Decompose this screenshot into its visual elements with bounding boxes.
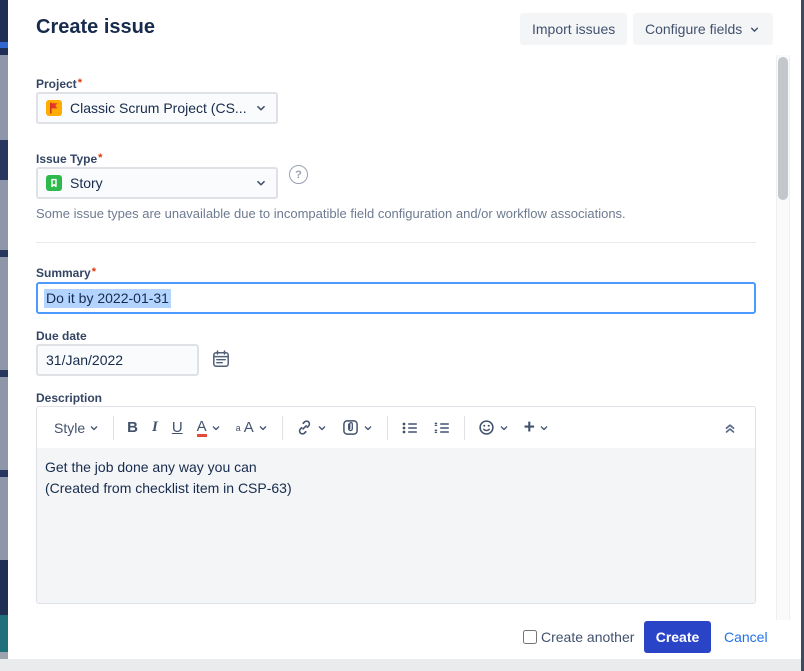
underline-button[interactable]: U xyxy=(165,419,190,436)
help-icon[interactable]: ? xyxy=(289,165,308,184)
description-editor: Style B I U A aA xyxy=(36,406,756,604)
numbered-list-icon xyxy=(433,420,451,436)
issue-type-select-value: Story xyxy=(70,175,246,191)
create-another-checkbox[interactable] xyxy=(523,630,537,644)
page-behind-modal-edge xyxy=(0,470,8,477)
style-dropdown-label: Style xyxy=(54,420,85,436)
summary-label-text: Summary xyxy=(36,266,91,280)
page-behind-modal-edge xyxy=(0,250,8,257)
toolbar-separator xyxy=(113,416,114,440)
page-behind-modal-edge xyxy=(0,42,8,48)
emoji-icon xyxy=(478,419,495,436)
summary-input[interactable]: Do it by 2022-01-31 xyxy=(36,282,756,314)
description-textarea[interactable]: Get the job done any way you can (Create… xyxy=(37,448,755,604)
issue-type-label-text: Issue Type xyxy=(36,152,97,166)
style-dropdown[interactable]: Style xyxy=(47,420,107,436)
text-color-letter: A xyxy=(197,419,207,437)
italic-button[interactable]: I xyxy=(145,419,165,436)
chevron-down-icon xyxy=(254,176,268,190)
chevron-down-icon xyxy=(254,101,268,115)
text-color-button[interactable]: A xyxy=(190,419,229,437)
description-line: (Created from checklist item in CSP-63) xyxy=(45,478,747,499)
numbered-list-button[interactable] xyxy=(426,420,458,436)
due-date-label: Due date xyxy=(36,329,87,343)
page-behind-modal-edge xyxy=(0,560,8,615)
story-icon xyxy=(46,175,62,191)
bullet-list-button[interactable] xyxy=(394,420,426,436)
issue-type-label: Issue Type* xyxy=(36,152,102,166)
calendar-icon[interactable] xyxy=(210,349,232,371)
bullet-list-icon xyxy=(401,420,419,436)
bold-button[interactable]: B xyxy=(120,419,145,436)
emoji-button[interactable] xyxy=(471,419,517,436)
issue-type-note: Some issue types are unavailable due to … xyxy=(36,206,626,221)
text-size-small-letter: a xyxy=(236,423,241,433)
toolbar-separator xyxy=(282,416,283,440)
summary-label: Summary* xyxy=(36,266,96,280)
import-issues-button[interactable]: Import issues xyxy=(520,13,627,45)
project-label-text: Project xyxy=(36,77,77,91)
page-behind-modal-edge xyxy=(0,370,8,377)
toolbar-separator xyxy=(387,416,388,440)
import-issues-label: Import issues xyxy=(532,21,615,37)
description-line: Get the job done any way you can xyxy=(45,457,747,478)
required-marker: * xyxy=(98,152,102,164)
chevron-down-icon xyxy=(538,422,550,434)
required-marker: * xyxy=(78,77,82,89)
text-size-letter: A xyxy=(244,419,254,436)
chevron-down-icon xyxy=(748,23,761,36)
cancel-link[interactable]: Cancel xyxy=(724,629,768,645)
summary-input-selected-text: Do it by 2022-01-31 xyxy=(44,289,171,308)
project-label: Project* xyxy=(36,77,82,91)
page-behind-modal-edge xyxy=(0,140,8,180)
issue-type-select[interactable]: Story xyxy=(36,167,278,199)
chevron-down-icon xyxy=(316,422,328,434)
description-toolbar: Style B I U A aA xyxy=(37,407,755,448)
project-flag-icon xyxy=(46,100,62,116)
create-issue-dialog-page: Create issue Import issues Configure fie… xyxy=(0,0,804,671)
bold-button-label: B xyxy=(127,419,138,436)
due-date-input[interactable] xyxy=(36,344,199,376)
configure-fields-button[interactable]: Configure fields xyxy=(633,13,773,45)
page-background-bottom xyxy=(0,659,801,671)
create-another-label[interactable]: Create another xyxy=(541,629,634,645)
page-behind-modal-edge xyxy=(0,615,8,652)
configure-fields-label: Configure fields xyxy=(645,21,742,37)
text-size-button[interactable]: aA xyxy=(229,419,276,436)
chevron-down-icon xyxy=(362,422,374,434)
plus-icon: + xyxy=(524,420,535,436)
chevron-down-icon xyxy=(257,422,269,434)
section-divider xyxy=(36,242,756,243)
required-marker: * xyxy=(92,266,96,278)
attachment-button[interactable] xyxy=(335,419,381,436)
dialog-title: Create issue xyxy=(36,16,155,39)
page-behind-modal-edge xyxy=(0,55,8,140)
insert-more-button[interactable]: + xyxy=(517,420,557,436)
project-select[interactable]: Classic Scrum Project (CS... xyxy=(36,92,278,124)
link-button[interactable] xyxy=(289,419,335,436)
paperclip-icon xyxy=(342,419,359,436)
create-issue-modal: Create issue Import issues Configure fie… xyxy=(8,0,790,659)
double-chevron-up-icon xyxy=(722,420,738,436)
create-button[interactable]: Create xyxy=(644,621,711,653)
italic-button-label: I xyxy=(152,419,158,436)
scrollbar-thumb[interactable] xyxy=(778,57,788,200)
toolbar-separator xyxy=(464,416,465,440)
chevron-down-icon xyxy=(88,422,100,434)
project-select-value: Classic Scrum Project (CS... xyxy=(70,100,246,116)
link-icon xyxy=(296,419,313,436)
underline-button-label: U xyxy=(172,419,183,436)
collapse-toolbar-button[interactable] xyxy=(715,420,745,436)
description-label: Description xyxy=(36,391,102,405)
chevron-down-icon xyxy=(498,422,510,434)
chevron-down-icon xyxy=(210,422,222,434)
